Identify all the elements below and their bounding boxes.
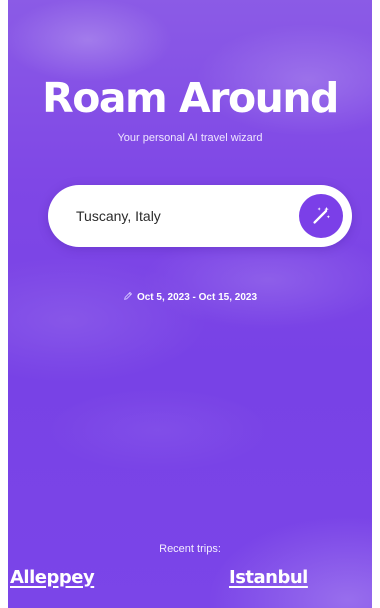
generate-trip-button[interactable]: [299, 194, 343, 238]
recent-trip-istanbul[interactable]: Istanbul: [229, 567, 308, 589]
destination-input[interactable]: [76, 204, 286, 228]
pencil-icon: [124, 292, 133, 301]
app-subtitle: Your personal AI travel wizard: [117, 132, 263, 144]
trip-dates[interactable]: Oct 5, 2023 - Oct 15, 2023: [8, 291, 372, 305]
app-screen: Roam Around Your personal AI travel wiza…: [8, 0, 372, 608]
trip-dates-label: Oct 5, 2023 - Oct 15, 2023: [136, 292, 258, 303]
recent-trips-label: Recent trips:: [159, 543, 221, 555]
destination-search-bar: [48, 185, 352, 247]
app-title: Roam Around: [42, 74, 339, 122]
recent-trip-alleppey[interactable]: Alleppey: [10, 567, 95, 589]
magic-wand-icon: [313, 206, 330, 224]
